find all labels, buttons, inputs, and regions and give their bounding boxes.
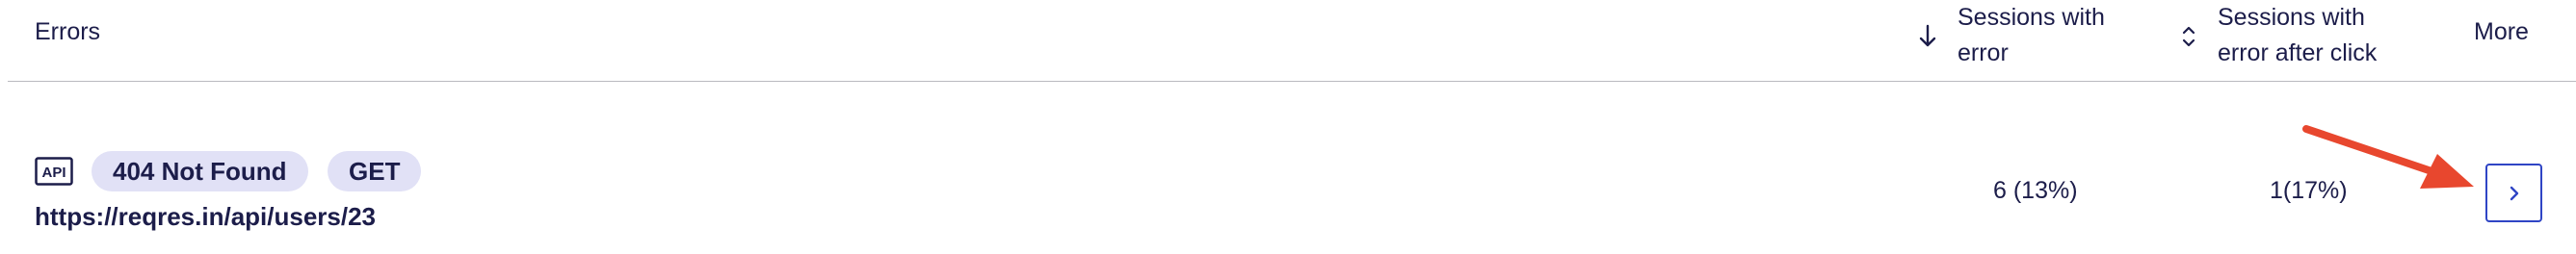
more-column-header: More [2474,18,2529,45]
sessions-with-error-value: 6 (13%) [1993,177,2078,204]
sessions-with-error-column-header[interactable]: Sessions with error [1958,0,2189,71]
table-header: Errors Sessions with error Sessions with… [0,0,2576,82]
svg-text:API: API [41,165,66,181]
annotation-arrow [2302,125,2474,189]
status-badge: 404 Not Found [92,151,308,191]
arrow-down-icon[interactable] [1918,24,1937,49]
chevron-right-icon [2510,186,2518,200]
api-icon: API [35,157,73,186]
header-divider [8,81,2576,82]
errors-column-header: Errors [35,18,101,45]
method-badge: GET [328,151,422,191]
sort-up-down-icon[interactable] [2181,24,2196,49]
more-details-button[interactable] [2485,164,2542,222]
sessions-after-click-column-header[interactable]: Sessions with error after click [2218,0,2449,71]
error-url: https://reqres.in/api/users/23 [35,202,377,231]
